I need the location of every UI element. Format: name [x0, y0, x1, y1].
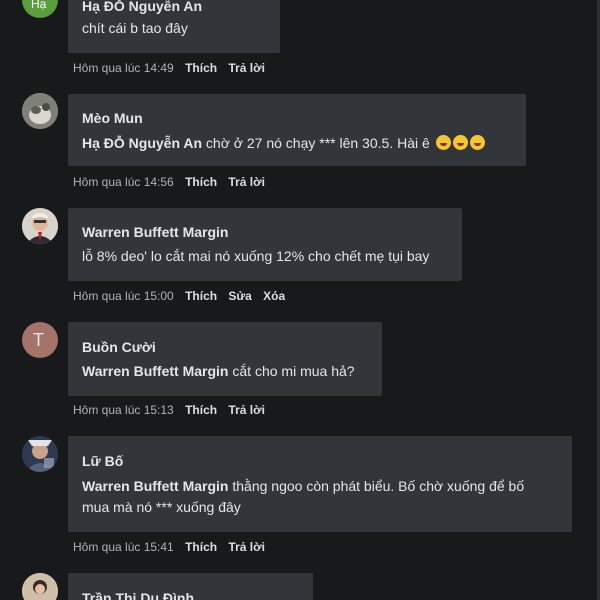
comment-meta: Hôm qua lúc 14:56 Thích Trả lời: [73, 175, 265, 189]
like-button[interactable]: Thích: [185, 289, 217, 303]
comment-text-line: mua mà nó *** xuống đây: [82, 499, 241, 515]
comment-body: chờ ở 27 nó chạy *** lên 30.5. Hài ê: [202, 135, 430, 151]
comment-timestamp[interactable]: Hôm qua lúc 15:41: [73, 540, 174, 554]
comment-meta: Hôm qua lúc 15:41 Thích Trả lời: [73, 540, 265, 554]
comment-author[interactable]: Mèo Mun: [82, 110, 143, 126]
cat-photo-icon: [22, 93, 58, 129]
like-button[interactable]: Thích: [185, 175, 217, 189]
mention-link[interactable]: Warren Buffett Margin: [82, 363, 228, 379]
reply-button[interactable]: Trả lời: [228, 175, 265, 189]
avatar[interactable]: Hạ: [22, 0, 58, 18]
laughing-emoji-icon: [452, 135, 468, 150]
comment-body: cắt cho mi mua hả?: [228, 363, 355, 379]
avatar[interactable]: [22, 436, 58, 472]
comment-author[interactable]: Hạ ĐỖ Nguyễn An: [82, 0, 202, 14]
reply-button[interactable]: Trả lời: [228, 540, 265, 554]
comment-meta: Hôm qua lúc 15:13 Thích Trả lời: [73, 403, 265, 417]
comment-author[interactable]: Lữ Bố: [82, 453, 123, 469]
avatar[interactable]: [22, 93, 58, 129]
like-button[interactable]: Thích: [185, 403, 217, 417]
comment-bubble: Trần Thị Du Đình: [68, 573, 313, 600]
person-photo-icon: [22, 573, 58, 600]
delete-button[interactable]: Xóa: [263, 289, 285, 303]
comment-author[interactable]: Buồn Cười: [82, 339, 156, 355]
comment-bubble: Mèo Mun Hạ ĐỖ Nguyễn An chờ ở 27 nó chạy…: [68, 94, 526, 166]
comment-bubble: Hạ ĐỖ Nguyễn An chít cái b tao đây: [68, 0, 280, 53]
person-photo-icon: [22, 208, 58, 244]
comment-author[interactable]: Warren Buffett Margin: [82, 224, 228, 240]
like-button[interactable]: Thích: [185, 61, 217, 75]
avatar-letter: Hạ: [31, 0, 47, 11]
comment-meta: Hôm qua lúc 15:00 Thích Sửa Xóa: [73, 289, 285, 303]
comment-timestamp[interactable]: Hôm qua lúc 15:00: [73, 289, 174, 303]
comment-bubble: Warren Buffett Margin lỗ 8% deo' lo cắt …: [68, 208, 462, 281]
comment-text: Warren Buffett Margin cắt cho mi mua hả?: [82, 360, 355, 383]
mention-link[interactable]: Warren Buffett Margin: [82, 478, 228, 494]
comment-text: Hạ ĐỖ Nguyễn An chờ ở 27 nó chạy *** lên…: [82, 132, 485, 155]
reply-button[interactable]: Trả lời: [228, 403, 265, 417]
avatar-letter: T: [33, 330, 44, 350]
comment-meta: Hôm qua lúc 14:49 Thích Trả lời: [73, 61, 265, 75]
comment-body: thằng ngoo còn phát biểu. Bố chờ xuống đ…: [228, 478, 525, 494]
comment-timestamp[interactable]: Hôm qua lúc 14:49: [73, 61, 174, 75]
mention-link[interactable]: Hạ ĐỖ Nguyễn An: [82, 135, 202, 151]
comment-timestamp[interactable]: Hôm qua lúc 14:56: [73, 175, 174, 189]
comment-author[interactable]: Trần Thị Du Đình: [82, 590, 194, 600]
reply-button[interactable]: Trả lời: [228, 61, 265, 75]
comment-text: chít cái b tao đây: [82, 20, 188, 36]
comment-thread: Hạ Hạ ĐỖ Nguyễn An chít cái b tao đây Hô…: [0, 0, 600, 600]
like-button[interactable]: Thích: [185, 540, 217, 554]
edit-button[interactable]: Sửa: [228, 289, 251, 303]
comment-text: lỗ 8% deo' lo cắt mai nó xuống 12% cho c…: [82, 248, 430, 264]
comment-bubble: Lữ Bố Warren Buffett Margin thằng ngoo c…: [68, 436, 572, 532]
avatar[interactable]: [22, 208, 58, 244]
comment-timestamp[interactable]: Hôm qua lúc 15:13: [73, 403, 174, 417]
laughing-emoji-icon: [469, 135, 485, 150]
avatar[interactable]: [22, 573, 58, 600]
person-photo-icon: [22, 436, 58, 472]
avatar[interactable]: T: [22, 322, 58, 358]
comment-text: Warren Buffett Margin thằng ngoo còn phá…: [82, 475, 524, 498]
laughing-emoji-icon: [435, 135, 451, 150]
comment-bubble: Buồn Cười Warren Buffett Margin cắt cho …: [68, 322, 382, 396]
